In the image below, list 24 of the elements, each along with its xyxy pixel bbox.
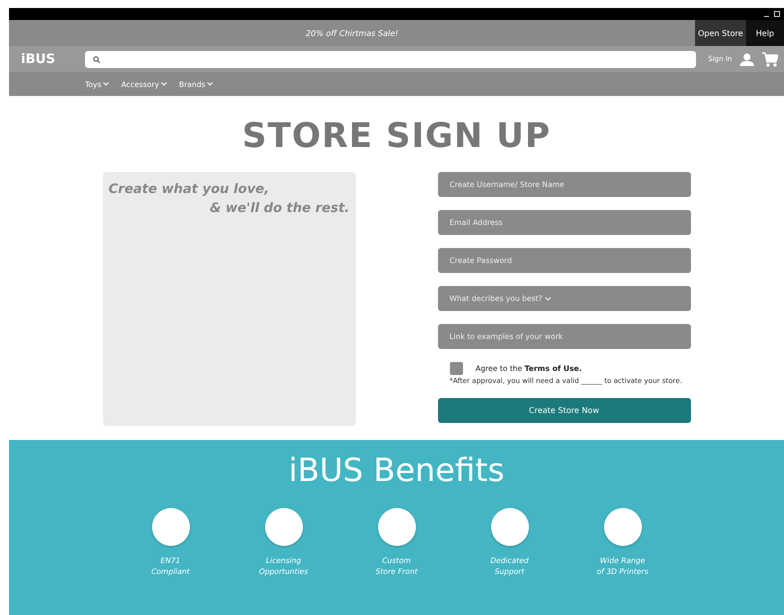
checkbox[interactable] (450, 362, 462, 375)
maximize-icon[interactable] (774, 11, 780, 17)
page-title: STORE SIGN UP (242, 116, 551, 156)
search-icon (93, 56, 100, 62)
benefit-circle (604, 508, 642, 546)
cart-icon[interactable] (762, 52, 778, 66)
chevron-down-icon (545, 296, 552, 300)
benefits-title: iBUS Benefits (288, 450, 504, 490)
create-store-button[interactable]: Create Store Now (438, 398, 690, 423)
chevron-down-icon (207, 82, 214, 86)
tagline-text: Create what you love, (108, 181, 270, 199)
benefit-circle (152, 508, 190, 546)
help-link[interactable]: Help (746, 20, 784, 46)
benefit-circle (264, 508, 302, 546)
open-store-link[interactable]: Open Store (695, 20, 746, 46)
chevron-down-icon (103, 82, 110, 86)
user-icon[interactable] (740, 52, 754, 66)
logo[interactable]: iBUS (21, 52, 77, 66)
chevron-down-icon (161, 82, 168, 86)
search-field[interactable] (85, 50, 696, 68)
promo-text: 20% off Chirtmas Sale! (304, 28, 400, 38)
benefit-circle (378, 508, 416, 546)
benefit-circle (490, 508, 528, 546)
tagline-text: & we'll do the rest. (208, 200, 350, 218)
